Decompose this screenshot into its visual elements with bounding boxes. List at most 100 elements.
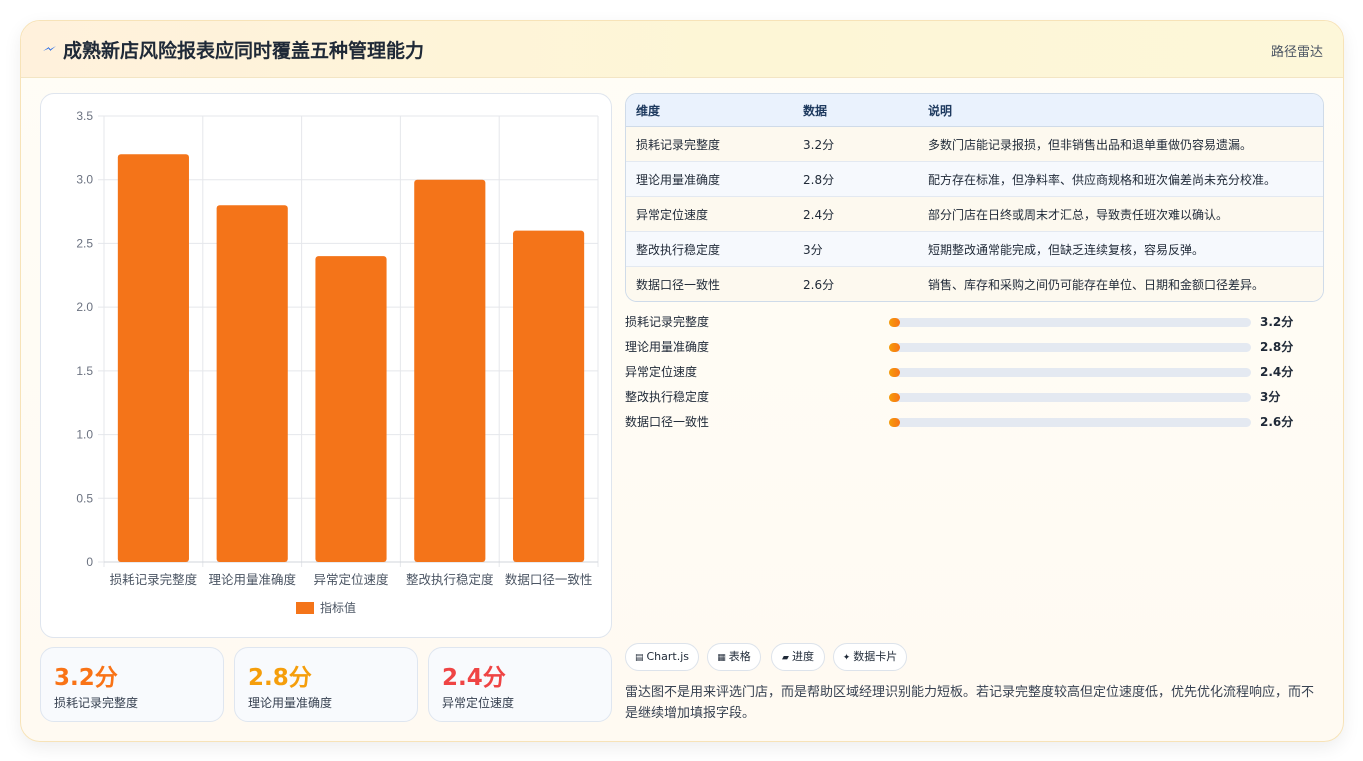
y-tick-label: 2.0 — [76, 300, 93, 314]
progress-row: 损耗记录完整度 3.2分 — [625, 311, 1325, 336]
x-tick-label: 损耗记录完整度 — [110, 572, 198, 587]
y-tick-label: 1.0 — [76, 428, 93, 442]
progress-value: 2.8分 — [1260, 340, 1294, 354]
progress-fill — [889, 368, 900, 377]
table-cell: 2.4分 — [793, 196, 918, 232]
table-cell: 2.6分 — [803, 277, 835, 292]
table-header-cell: 说明 — [918, 94, 1323, 127]
report-card: 成熟新店风险报表应同时覆盖五种管理能力 路径雷达 0 0.5 1.0 1.5 2.0 2.… — [20, 20, 1344, 742]
progress-label: 理论用量准确度 — [625, 340, 710, 354]
chip-label: 数据卡片 — [853, 650, 898, 663]
table-cell: 销售、库存和采购之间仍可能存在单位、日期和金额口径差异。 — [928, 277, 1265, 292]
chip-label: Chart.js — [646, 650, 690, 663]
y-tick-label: 3.5 — [76, 109, 93, 123]
bar — [513, 230, 585, 562]
table-cell: 异常定位速度 — [626, 196, 793, 232]
stat-card: 2.4分 异常定位速度 — [428, 647, 612, 722]
x-tick-label: 数据口径一致性 — [505, 572, 593, 587]
table-row: 理论用量准确度 2.8分 配方存在标准，但净料率、供应商规格和班次偏差尚未充分校… — [626, 161, 1323, 197]
chip-label: 表格 — [728, 650, 751, 663]
y-tick-label: 0 — [86, 555, 93, 569]
table-cell: 短期整改通常能完成，但缺乏连续复核，容易反弹。 — [918, 231, 1323, 267]
stat-label: 异常定位速度 — [442, 696, 515, 710]
table-row: 损耗记录完整度 3.2分 多数门店能记录报损，但非销售出品和退单重做仍容易遗漏。 — [626, 126, 1323, 162]
progress-fill — [889, 393, 900, 402]
sparkle-icon: ✦ — [842, 653, 851, 663]
table-cell: 3分 — [793, 231, 918, 267]
table-cell: 部分门店在日终或周末才汇总，导致责任班次难以确认。 — [918, 196, 1323, 232]
progress-row: 异常定位速度 2.4分 — [625, 361, 1325, 386]
progress-value: 3.2分 — [1260, 315, 1294, 329]
progress-row: 数据口径一致性 2.6分 — [625, 411, 1325, 436]
data-table: 维度 数据 说明 损耗记录完整度 3.2分 多数门店能记录报损，但非销售出品和退… — [626, 94, 1323, 301]
progress-list: 损耗记录完整度 3.2分 理论用量准确度 2.8分 异常定位速度 2.4分 整改… — [625, 311, 1325, 436]
y-tick-label: 2.5 — [76, 236, 93, 250]
header-tag: 路径雷达 — [1270, 45, 1323, 60]
table-header-cell: 维度 — [626, 94, 793, 127]
bar — [216, 205, 288, 562]
progress-fill — [889, 318, 900, 327]
chip-data-card[interactable]: ✦ 数据卡片 — [833, 643, 907, 671]
bar-chart: 0 0.5 1.0 1.5 2.0 2.5 3.0 3.5 损耗记录完整度 理论用量准确度 异常定位… — [76, 109, 599, 615]
progress-label: 整改执行稳定度 — [625, 390, 710, 404]
chart-icon: ▤ — [634, 653, 644, 663]
progress-label: 损耗记录完整度 — [625, 315, 710, 329]
progress-track — [889, 343, 1251, 352]
table-cell: 多数门店能记录报损，但非销售出品和退单重做仍容易遗漏。 — [918, 126, 1323, 162]
table-cell: 数据口径一致性 — [636, 277, 721, 292]
legend-swatch — [296, 602, 314, 614]
progress-value: 3分 — [1260, 390, 1281, 404]
progress-track — [889, 393, 1251, 402]
table-icon: ▦ — [717, 653, 726, 663]
card-header: 成熟新店风险报表应同时覆盖五种管理能力 路径雷达 — [21, 21, 1343, 78]
stat-value: 3.2分 — [54, 665, 118, 691]
progress-icon: ▰ — [782, 653, 789, 663]
table-row: 异常定位速度 2.4分 部分门店在日终或周末才汇总，导致责任班次难以确认。 — [626, 196, 1323, 232]
progress-fill — [889, 418, 900, 427]
x-tick-label: 异常定位速度 — [313, 572, 389, 587]
chip-table[interactable]: ▦ 表格 — [707, 643, 761, 671]
stat-card: 2.8分 理论用量准确度 — [234, 647, 418, 722]
progress-fill — [889, 343, 900, 352]
progress-label: 异常定位速度 — [625, 365, 698, 379]
legend-label: 指标值 — [320, 600, 356, 615]
table-cell: 整改执行稳定度 — [626, 231, 793, 267]
progress-value: 2.4分 — [1260, 365, 1294, 379]
x-tick-label: 整改执行稳定度 — [406, 572, 494, 587]
data-table-wrapper: 维度 数据 说明 损耗记录完整度 3.2分 多数门店能记录报损，但非销售出品和退… — [625, 93, 1324, 302]
page-title: 成熟新店风险报表应同时覆盖五种管理能力 — [63, 40, 425, 62]
chip-chartjs[interactable]: ▤ Chart.js — [625, 643, 699, 671]
stat-card: 3.2分 损耗记录完整度 — [40, 647, 224, 722]
y-tick-label: 1.5 — [76, 364, 93, 378]
progress-row: 整改执行稳定度 3分 — [625, 386, 1325, 411]
stat-value: 2.4分 — [442, 665, 506, 691]
table-header-cell: 数据 — [793, 94, 918, 127]
bar — [117, 154, 189, 562]
progress-label: 数据口径一致性 — [625, 415, 710, 429]
chip-progress[interactable]: ▰ 进度 — [771, 643, 825, 671]
progress-value: 2.6分 — [1260, 415, 1294, 429]
progress-track — [889, 418, 1251, 427]
table-cell: 理论用量准确度 — [626, 161, 793, 197]
progress-track — [889, 318, 1251, 327]
table-row: 数据口径一致性 2.6分 销售、库存和采购之间仍可能存在单位、日期和金额口径差异… — [626, 266, 1323, 301]
stat-label: 损耗记录完整度 — [54, 696, 139, 710]
lightning-icon — [43, 46, 56, 51]
table-cell: 2.8分 — [793, 161, 918, 197]
progress-track — [889, 368, 1251, 377]
table-header-row: 维度 数据 说明 — [626, 94, 1323, 127]
y-tick-label: 3.0 — [76, 173, 93, 187]
table-cell: 3.2分 — [793, 126, 918, 162]
y-tick-label: 0.5 — [76, 491, 93, 505]
table-cell: 配方存在标准，但净料率、供应商规格和班次偏差尚未充分校准。 — [918, 161, 1323, 197]
note-text: 雷达图不是用来评选门店，而是帮助区域经理识别能力短板。若记录完整度较高但定位速度… — [625, 685, 1315, 721]
bar — [414, 179, 486, 562]
table-cell: 损耗记录完整度 — [626, 126, 793, 162]
stat-value: 2.8分 — [248, 665, 312, 691]
stat-label: 理论用量准确度 — [248, 696, 333, 710]
bar — [315, 256, 387, 562]
progress-row: 理论用量准确度 2.8分 — [625, 336, 1325, 361]
x-tick-label: 理论用量准确度 — [208, 572, 296, 587]
table-row: 整改执行稳定度 3分 短期整改通常能完成，但缺乏连续复核，容易反弹。 — [626, 231, 1323, 267]
chip-label: 进度 — [791, 650, 814, 663]
